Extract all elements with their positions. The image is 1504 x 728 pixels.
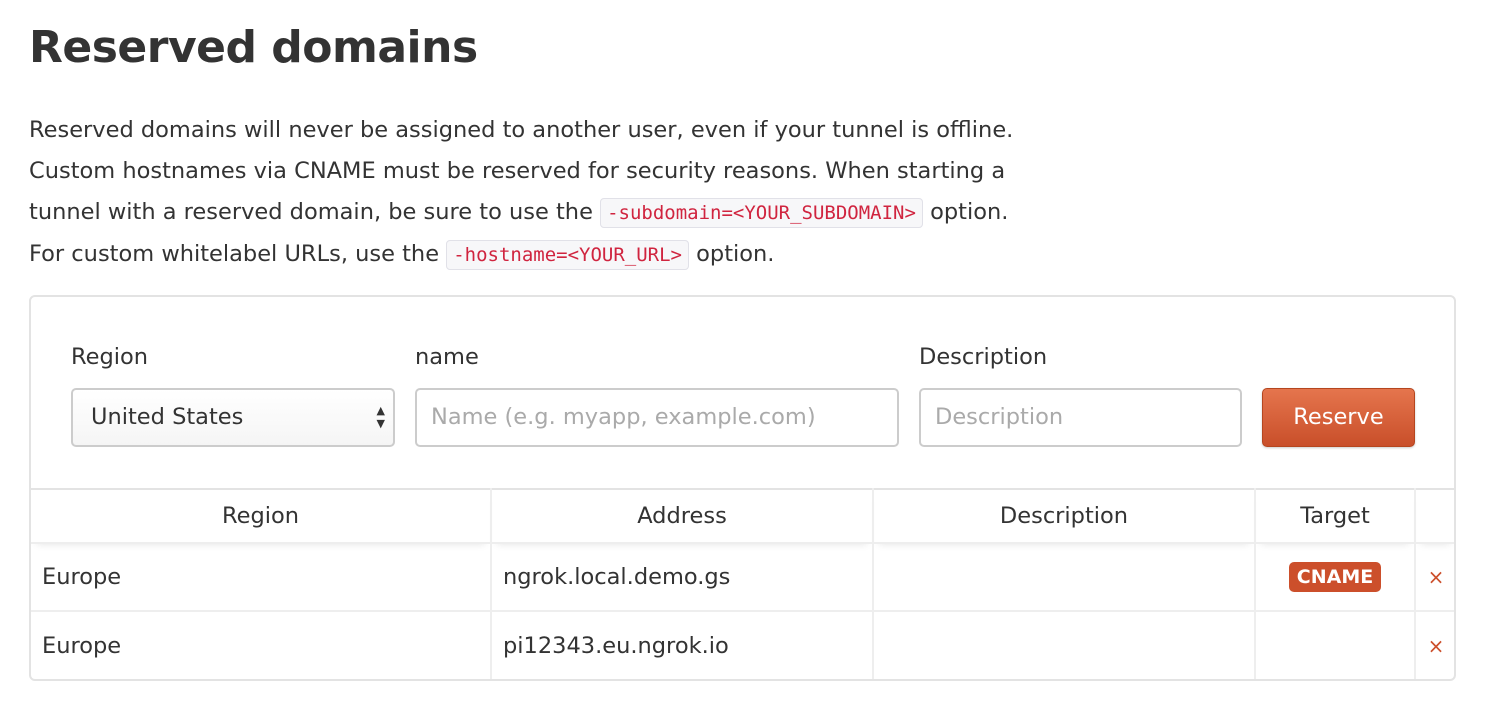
intro-line: tunnel with a reserved domain, be sure t… — [29, 192, 1229, 234]
region-select[interactable]: United States ▲ ▼ — [71, 388, 395, 447]
region-label: Region — [71, 344, 149, 370]
subdomain-code: -subdomain=<YOUR_SUBDOMAIN> — [600, 198, 923, 228]
reserve-button[interactable]: Reserve — [1262, 388, 1415, 447]
header-address: Address — [491, 488, 874, 543]
text: tunnel with a reserved domain, be sure t… — [29, 199, 593, 225]
cell-target: CNAME — [1255, 542, 1416, 611]
intro-line: Custom hostnames via CNAME must be reser… — [29, 158, 1006, 184]
intro-text: Reserved domains will never be assigned … — [29, 110, 1229, 276]
cell-region: Europe — [31, 542, 492, 611]
cell-address: pi12343.eu.ngrok.io — [491, 610, 874, 679]
table-header: Region Address Description Target — [31, 488, 1454, 543]
table-row: Europe ngrok.local.demo.gs CNAME × — [31, 542, 1454, 611]
page-title: Reserved domains — [29, 22, 478, 73]
text: option. — [696, 241, 775, 267]
header-target: Target — [1255, 488, 1416, 543]
description-input[interactable]: Description — [919, 388, 1242, 447]
region-value: United States — [91, 404, 244, 430]
intro-line: For custom whitelabel URLs, use the -hos… — [29, 234, 1229, 276]
cell-description — [873, 610, 1256, 679]
table-row: Europe pi12343.eu.ngrok.io × — [31, 610, 1454, 679]
cell-target — [1255, 610, 1416, 679]
delete-icon[interactable]: × — [1415, 610, 1454, 679]
header-actions — [1415, 488, 1454, 543]
intro-line: Reserved domains will never be assigned … — [29, 117, 1014, 143]
cell-description — [873, 542, 1256, 611]
reserve-panel: Region name Description United States ▲ ▼… — [29, 295, 1456, 681]
hostname-code: -hostname=<YOUR_URL> — [446, 240, 689, 270]
text: option. — [930, 199, 1009, 225]
cell-address: ngrok.local.demo.gs — [491, 542, 874, 611]
select-arrows-icon: ▲ ▼ — [376, 404, 385, 430]
description-label: Description — [919, 344, 1048, 370]
text: For custom whitelabel URLs, use the — [29, 241, 440, 267]
cname-badge: CNAME — [1288, 561, 1382, 592]
header-region: Region — [31, 488, 492, 543]
header-description: Description — [873, 488, 1256, 543]
cell-region: Europe — [31, 610, 492, 679]
name-label: name — [415, 344, 479, 370]
name-input[interactable]: Name (e.g. myapp, example.com) — [415, 388, 899, 447]
reserved-domains-table: Region Address Description Target Europe… — [31, 488, 1454, 679]
delete-icon[interactable]: × — [1415, 542, 1454, 611]
